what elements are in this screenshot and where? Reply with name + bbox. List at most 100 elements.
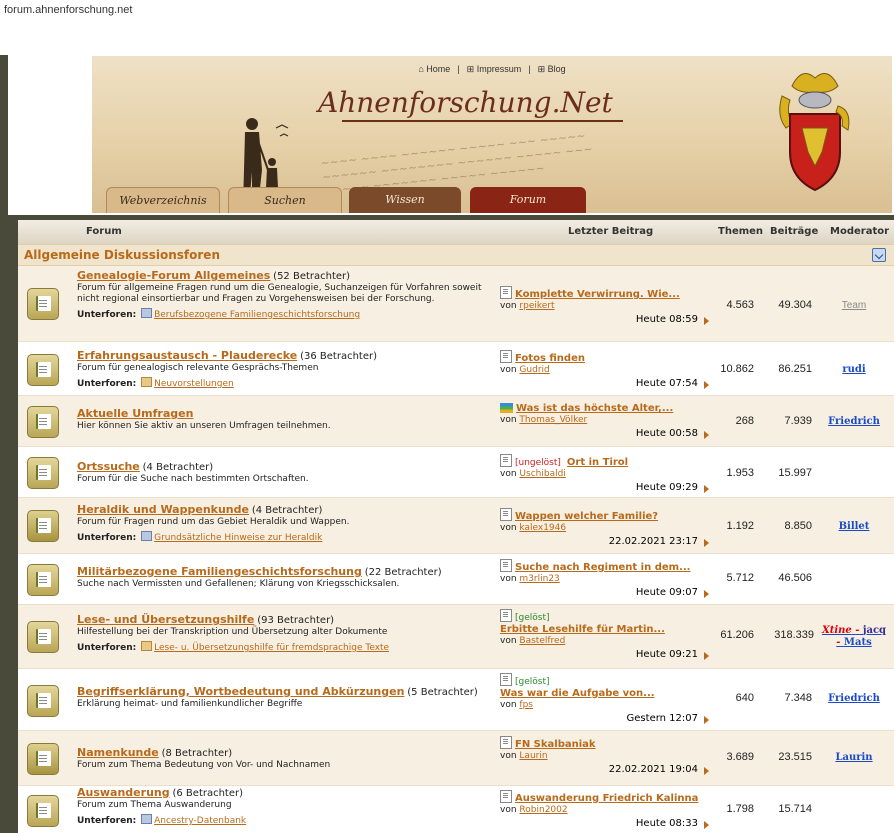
- last-post-title[interactable]: Was ist das höchste Alter,...: [516, 403, 673, 414]
- thread-prefix: [ungelöst]: [515, 458, 561, 468]
- last-post-title[interactable]: Wappen welcher Familie?: [515, 511, 658, 522]
- moderator-link[interactable]: jacq: [863, 625, 886, 636]
- nav-impressum[interactable]: ⊞ Impressum: [467, 64, 522, 74]
- col-moderator: Moderator: [830, 226, 890, 237]
- forum-name[interactable]: Heraldik und Wappenkunde: [77, 503, 249, 516]
- forum-info: Militärbezogene Familiengeschichtsforsch…: [77, 566, 492, 590]
- subforum-link[interactable]: Neuvorstellungen: [154, 379, 234, 389]
- forum-status-icon[interactable]: [27, 685, 59, 717]
- blog-icon: ⊞: [537, 64, 546, 74]
- last-post-author[interactable]: Gudrid: [519, 365, 549, 375]
- forum-status-icon[interactable]: [27, 354, 59, 386]
- moderator-link[interactable]: Friedrich: [818, 416, 890, 427]
- moderator-link[interactable]: Team: [818, 300, 890, 311]
- forum-status-icon[interactable]: [27, 510, 59, 542]
- go-to-post-icon[interactable]: [704, 652, 709, 660]
- last-post-title[interactable]: Suche nach Regiment in dem...: [515, 562, 690, 573]
- last-post-title[interactable]: Auswanderung Friedrich Kalinna: [515, 793, 698, 804]
- forum-name[interactable]: Aktuelle Umfragen: [77, 407, 193, 420]
- go-to-post-icon[interactable]: [704, 767, 709, 775]
- last-post-author[interactable]: Laurin: [519, 751, 547, 761]
- subforum-link[interactable]: Ancestry-Datenbank: [154, 816, 246, 826]
- go-to-post-icon[interactable]: [704, 317, 709, 325]
- forum-name[interactable]: Genealogie-Forum Allgemeines: [77, 269, 270, 282]
- forum-row: Erfahrungsaustausch - Plauderecke (36 Be…: [18, 342, 894, 396]
- category-bar: Allgemeine Diskussionsforen: [18, 244, 894, 266]
- go-to-post-icon[interactable]: [704, 716, 709, 724]
- nav-blog[interactable]: ⊞ Blog: [538, 64, 566, 74]
- forum-status-icon[interactable]: [27, 288, 59, 320]
- last-post-time: Heute 07:54: [635, 378, 698, 389]
- go-to-post-icon[interactable]: [704, 821, 709, 829]
- subforum-line: Unterforen: Ancestry-Datenbank: [77, 814, 247, 826]
- go-to-post-icon[interactable]: [704, 590, 709, 598]
- last-post-author[interactable]: fps: [519, 700, 533, 710]
- col-forum: Forum: [86, 226, 122, 237]
- subforum-line: Unterforen: Berufsbezogene Familiengesch…: [77, 308, 361, 320]
- last-post-author[interactable]: Robin2002: [519, 805, 567, 815]
- thread-count: 1.953: [726, 467, 754, 479]
- moderator-link[interactable]: Billet: [818, 521, 890, 532]
- last-post-title[interactable]: FN Skalbaniak: [515, 739, 596, 750]
- last-post-title[interactable]: Ort in Tirol: [567, 457, 628, 468]
- forum-name[interactable]: Lese- und Übersetzungshilfe: [77, 613, 254, 626]
- forum-table: Forum Letzter Beitrag Themen Beiträge Mo…: [18, 220, 894, 833]
- post-count: 318.339: [774, 629, 814, 641]
- subforum-link[interactable]: Berufsbezogene Familiengeschichtsforschu…: [154, 310, 360, 320]
- forum-name[interactable]: Namenkunde: [77, 746, 159, 759]
- last-post-title[interactable]: Erbitte Lesehilfe für Martin...: [500, 624, 665, 635]
- nav-home[interactable]: ⌂ Home: [418, 64, 450, 74]
- tab-forum[interactable]: Forum: [470, 187, 586, 213]
- forum-name[interactable]: Erfahrungsaustausch - Plauderecke: [77, 349, 297, 362]
- go-to-post-icon[interactable]: [704, 539, 709, 547]
- forum-status-icon[interactable]: [27, 564, 59, 596]
- forum-name[interactable]: Ortssuche: [77, 460, 140, 473]
- forum-status-icon[interactable]: [27, 621, 59, 653]
- last-post-author[interactable]: Thomas_Völker: [519, 415, 587, 425]
- forum-status-icon[interactable]: [27, 406, 59, 438]
- last-post-title[interactable]: Was war die Aufgabe von...: [500, 688, 655, 699]
- last-post-author[interactable]: kalex1946: [519, 523, 566, 533]
- site-logo[interactable]: Ahnenforschung.Net: [318, 86, 623, 122]
- moderator-link[interactable]: Mats: [844, 637, 872, 648]
- background-strip: [0, 55, 8, 215]
- last-post-author[interactable]: Uschibaldi: [519, 469, 565, 479]
- thread-count: 1.192: [726, 520, 754, 532]
- last-post-title[interactable]: Fotos finden: [515, 353, 585, 364]
- go-to-post-icon[interactable]: [704, 431, 709, 439]
- category-title[interactable]: Allgemeine Diskussionsforen: [24, 248, 220, 262]
- forum-name[interactable]: Auswanderung: [77, 786, 170, 799]
- last-post-author[interactable]: Bastelfred: [519, 636, 565, 646]
- last-post-author[interactable]: m3rlin23: [519, 574, 559, 584]
- moderator-link[interactable]: rudi: [818, 364, 890, 375]
- go-to-post-icon[interactable]: [704, 381, 709, 389]
- subforum-link[interactable]: Lese- u. Übersetzungshilfe für fremdspra…: [154, 643, 389, 653]
- thread-count: 1.798: [726, 803, 754, 815]
- last-post-time: Heute 08:59: [635, 314, 698, 325]
- post-count: 49.304: [778, 299, 812, 311]
- tab-suchen[interactable]: Suchen: [228, 187, 342, 213]
- browser-address-bar[interactable]: forum.ahnenforschung.net: [0, 0, 894, 55]
- last-post-author[interactable]: rpeikert: [519, 301, 554, 311]
- collapse-icon[interactable]: [872, 248, 886, 262]
- last-post: Was ist das höchste Alter,... von Thomas…: [500, 403, 712, 439]
- forum-name[interactable]: Begriffserklärung, Wortbedeutung und Abk…: [77, 685, 404, 698]
- forum-status-icon[interactable]: [27, 457, 59, 489]
- moderator-link[interactable]: Laurin: [818, 752, 890, 763]
- url-text[interactable]: forum.ahnenforschung.net: [4, 4, 132, 16]
- tab-webverzeichnis[interactable]: Webverzeichnis: [106, 187, 220, 213]
- forum-name[interactable]: Militärbezogene Familiengeschichtsforsch…: [77, 565, 362, 578]
- post-count: 23.515: [778, 751, 812, 763]
- subforum-link[interactable]: Grundsätzliche Hinweise zur Heraldik: [154, 533, 322, 543]
- thread-count: 640: [735, 692, 754, 704]
- go-to-post-icon[interactable]: [704, 485, 709, 493]
- last-post: [gelöst] Was war die Aufgabe von... von …: [500, 673, 712, 724]
- last-post-title[interactable]: Komplette Verwirrung. Wie...: [515, 289, 680, 300]
- forum-status-icon[interactable]: [27, 795, 59, 827]
- last-post: Wappen welcher Familie? von kalex1946 22…: [500, 508, 712, 547]
- moderator-link[interactable]: Friedrich: [818, 693, 890, 704]
- tab-wissen[interactable]: Wissen: [349, 187, 461, 213]
- forum-row: Namenkunde (8 Betrachter) Forum zum Them…: [18, 731, 894, 786]
- forum-status-icon[interactable]: [27, 743, 59, 775]
- moderator-link[interactable]: Xtine: [822, 625, 852, 636]
